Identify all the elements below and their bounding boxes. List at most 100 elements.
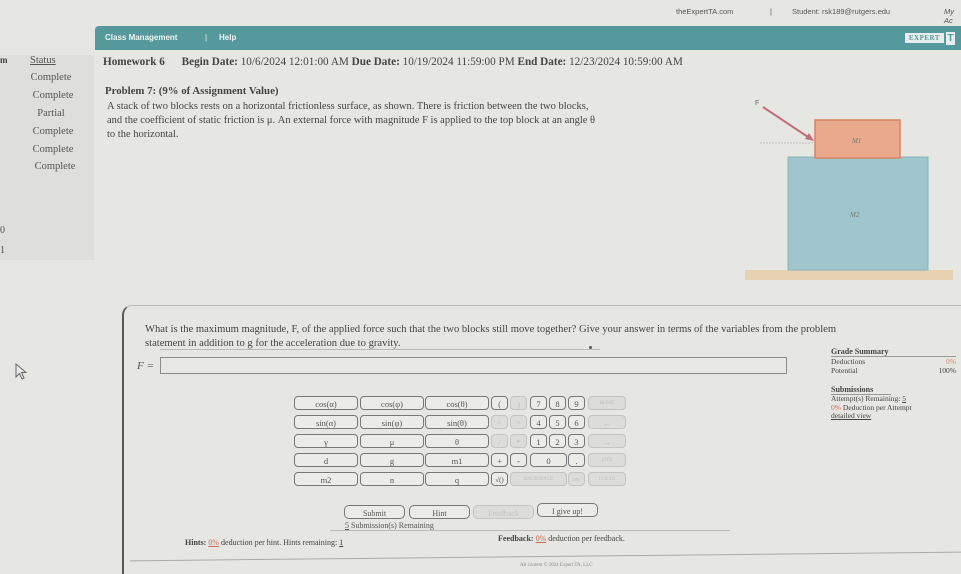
key-5[interactable]: 5 <box>549 415 566 429</box>
site-link[interactable]: theExpertTA.com <box>676 7 733 16</box>
logo-text: EXPERT <box>904 33 944 43</box>
problem-text-line: and the coefficient of static friction i… <box>107 115 596 126</box>
key-backspace[interactable]: BACKSPACE <box>510 472 567 486</box>
key-mu[interactable]: μ <box>360 434 424 448</box>
key-1[interactable]: 1 <box>530 434 547 448</box>
student-email: Student: rsk189@rutgers.edu <box>792 7 891 16</box>
key-open-paren[interactable]: ( <box>491 396 508 410</box>
key-plus[interactable]: + <box>491 453 508 467</box>
grade-summary: Grade Summary Deductions 0% Potential 10… <box>831 347 956 421</box>
key-gamma[interactable]: γ <box>294 434 358 448</box>
force-arrow-head <box>805 133 814 141</box>
key-g[interactable]: g <box>360 453 424 467</box>
key-cos-phi[interactable]: cos(φ) <box>360 396 424 410</box>
input-divider <box>160 349 600 350</box>
give-up-button[interactable]: I give up! <box>537 503 598 517</box>
key-9[interactable]: 9 <box>568 396 585 410</box>
status-item[interactable]: Complete <box>18 144 88 155</box>
key-power[interactable]: ^ <box>491 415 508 429</box>
status-item[interactable]: Complete <box>16 72 86 83</box>
end-date-value: 12/23/2024 10:59:00 AM <box>569 56 683 68</box>
answer-input[interactable] <box>160 357 787 374</box>
footer-copyright: All content © 2024 Expert TA, LLC <box>520 563 593 568</box>
assignment-header: Homework 6 Begin Date: 10/6/2024 12:01:0… <box>103 56 683 68</box>
hints-label: Hints: <box>185 538 207 547</box>
expert-ta-logo: EXPERT T <box>904 31 955 45</box>
force-label: F <box>755 100 759 107</box>
key-right-arrow[interactable]: → <box>588 434 626 448</box>
key-cos-theta[interactable]: cos(θ) <box>425 396 489 410</box>
key-sin-alpha[interactable]: sin(α) <box>294 415 358 429</box>
question-text: What is the maximum magnitude, F, of the… <box>145 323 945 351</box>
nav-help[interactable]: Help <box>219 33 236 42</box>
key-sin-theta[interactable]: sin(θ) <box>425 415 489 429</box>
key-delete[interactable]: DEL <box>568 472 585 486</box>
problem-text-line: to the horizontal. <box>107 129 179 140</box>
feedback-text: deduction per feedback. <box>548 534 625 543</box>
key-m1[interactable]: m1 <box>425 453 489 467</box>
deductions-row: Deductions 0% <box>831 357 956 366</box>
topbar-separator: | <box>770 7 772 16</box>
submissions-remaining: 5 Submission(s) Remaining <box>345 521 434 530</box>
feedback-info: Feedback: 0% deduction per feedback. <box>498 534 625 543</box>
key-6[interactable]: 6 <box>568 415 585 429</box>
key-clear[interactable]: CLEAR <box>588 472 626 486</box>
nav-bar: Class Management | Help EXPERT T <box>95 26 961 50</box>
potential-row: Potential 100% <box>831 366 956 375</box>
key-minus[interactable]: - <box>510 453 527 467</box>
divider <box>330 530 730 531</box>
feedback-button[interactable]: Feedback <box>473 505 534 519</box>
row-number: 0 <box>0 225 5 236</box>
answer-label: F = <box>137 360 154 372</box>
key-close-paren[interactable]: ) <box>510 396 527 410</box>
hints-text: deduction per hint. Hints remaining: <box>221 538 338 547</box>
key-0[interactable]: 0 <box>530 453 567 467</box>
hints-remaining: 1 <box>339 538 344 547</box>
key-divide[interactable]: / <box>491 434 508 448</box>
key-n[interactable]: n <box>360 472 424 486</box>
m1-label: M1 <box>851 137 861 145</box>
logo-mark-icon: T <box>946 31 955 45</box>
hints-info: Hints: 0% deduction per hint. Hints rema… <box>185 538 343 547</box>
deductions-label: Deductions <box>831 357 866 366</box>
key-power-alt[interactable]: ^ <box>510 415 527 429</box>
input-marker-dot <box>589 346 592 349</box>
key-end[interactable]: END <box>588 453 626 467</box>
status-column-header[interactable]: Status <box>30 55 56 66</box>
key-m2[interactable]: m2 <box>294 472 358 486</box>
row-number: 1 <box>0 245 5 256</box>
key-left-arrow[interactable]: ← <box>588 415 626 429</box>
key-theta[interactable]: θ <box>425 434 489 448</box>
my-account-link[interactable]: My Ac <box>944 7 961 25</box>
key-4[interactable]: 4 <box>530 415 547 429</box>
key-d[interactable]: d <box>294 453 358 467</box>
problem-statement: A stack of two blocks rests on a horizon… <box>107 100 707 142</box>
key-sqrt[interactable]: √() <box>491 472 508 486</box>
feedback-percent: 0% <box>535 534 547 543</box>
status-item[interactable]: Complete <box>20 161 90 172</box>
two-block-figure: F M1 M2 <box>745 100 953 280</box>
status-item[interactable]: Complete <box>18 90 88 101</box>
status-item[interactable]: Partial <box>16 108 86 119</box>
problem-status-sidebar: m Status Complete Complete Partial Compl… <box>0 55 94 260</box>
deductions-value: 0% <box>946 357 956 366</box>
key-q[interactable]: q <box>425 472 489 486</box>
key-multiply[interactable]: * <box>510 434 527 448</box>
key-home[interactable]: HOME <box>588 396 626 410</box>
status-item[interactable]: Complete <box>18 126 88 137</box>
problem-title: Problem 7: (9% of Assignment Value) <box>105 85 279 97</box>
detailed-view-link[interactable]: detailed view <box>831 411 956 421</box>
submit-button[interactable]: Submit <box>344 505 405 519</box>
nav-class-management[interactable]: Class Management <box>105 33 177 42</box>
key-2[interactable]: 2 <box>549 434 566 448</box>
key-7[interactable]: 7 <box>530 396 547 410</box>
key-3[interactable]: 3 <box>568 434 585 448</box>
due-date-label: Due Date: <box>351 56 400 68</box>
hint-button[interactable]: Hint <box>409 505 470 519</box>
key-cos-alpha[interactable]: cos(α) <box>294 396 358 410</box>
submissions-count: 5 <box>345 521 349 530</box>
key-decimal[interactable]: . <box>568 453 585 467</box>
key-sin-phi[interactable]: sin(φ) <box>360 415 424 429</box>
nav-separator: | <box>205 33 208 42</box>
key-8[interactable]: 8 <box>549 396 566 410</box>
